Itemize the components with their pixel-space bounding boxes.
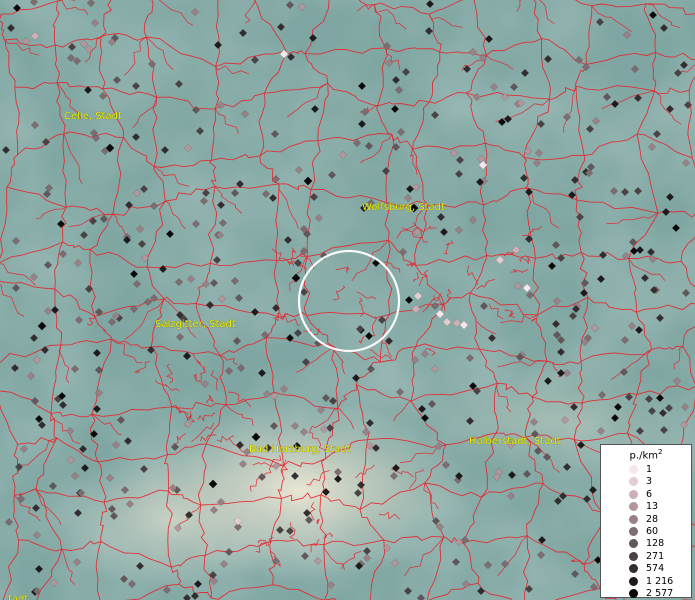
legend-entry: 271	[607, 550, 685, 562]
legend-entry: 2 577	[607, 587, 685, 599]
legend-title: p./km2	[607, 448, 685, 461]
city-label: Wolfsburg, Stadt	[362, 202, 445, 213]
legend-entry: 28	[607, 513, 685, 525]
legend-swatch	[629, 564, 638, 574]
legend-label: 128	[646, 538, 665, 550]
city-label: Bad Harzburg, Stadt	[249, 444, 351, 455]
legend-entry: 128	[607, 538, 685, 550]
legend-swatch	[629, 477, 638, 487]
legend-label: 6	[646, 488, 653, 500]
legend-label: 28	[646, 513, 659, 525]
legend-unit-sup: 2	[657, 448, 663, 456]
legend-swatch	[629, 576, 638, 586]
legend-swatch	[629, 588, 638, 598]
legend-label: 13	[646, 501, 659, 513]
density-legend: p./km2 1 3 6 13 28 60 128 271 574 1 216 2 577	[600, 444, 692, 599]
legend-swatch	[629, 539, 638, 549]
legend-label: 2 577	[646, 587, 674, 599]
legend-swatch	[629, 526, 638, 536]
legend-swatch	[629, 502, 638, 512]
legend-swatch	[629, 465, 638, 475]
legend-label: 1 216	[646, 575, 674, 587]
legend-entry: 574	[607, 562, 685, 574]
legend-swatch	[629, 551, 638, 561]
legend-label: 271	[646, 550, 665, 562]
city-label: …tadt	[0, 594, 28, 600]
legend-entry: 13	[607, 501, 685, 513]
legend-label: 1	[646, 464, 653, 476]
city-label: Halberstadt, Stadt	[469, 436, 561, 447]
legend-entry: 60	[607, 525, 685, 537]
legend-label: 3	[646, 476, 653, 488]
legend-entry: 6	[607, 488, 685, 500]
legend-unit: p./km	[629, 450, 658, 462]
legend-label: 60	[646, 525, 659, 537]
legend-label: 574	[646, 563, 665, 575]
legend-entry: 1 216	[607, 575, 685, 587]
legend-swatch	[629, 514, 638, 524]
legend-entries: 1 3 6 13 28 60 128 271 574 1 216 2 577	[607, 463, 685, 599]
legend-swatch	[629, 489, 638, 499]
city-label: Celle, Stadt	[64, 111, 122, 122]
city-label: Salzgitter, Stadt	[155, 319, 236, 330]
legend-entry: 1	[607, 463, 685, 475]
legend-entry: 3	[607, 476, 685, 488]
map-canvas[interactable]: Celle, Stadt Wolfsburg, Stadt Salzgitter, …	[0, 0, 695, 600]
